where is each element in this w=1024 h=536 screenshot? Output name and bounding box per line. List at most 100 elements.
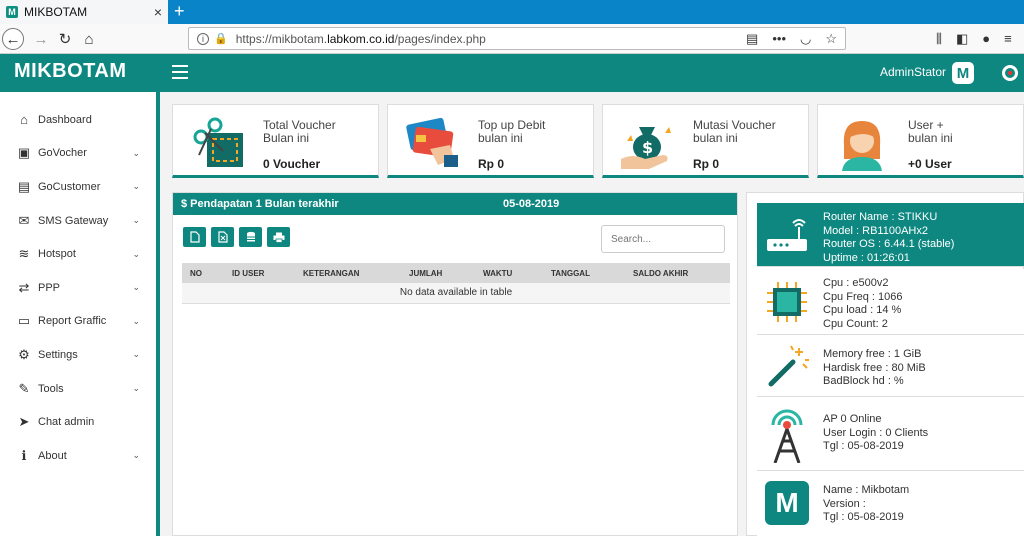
print-button[interactable]: [267, 227, 290, 247]
power-icon[interactable]: [1002, 65, 1018, 81]
home-page-icon[interactable]: ⌂: [78, 28, 100, 50]
memory-info-row: Memory free : 1 GiB Hardisk free : 80 Mi…: [757, 335, 1024, 397]
card-total-voucher[interactable]: Total Voucher Bulan ini 0 Voucher: [172, 104, 379, 178]
sidebar-item-label: GoCustomer: [38, 180, 101, 193]
router-model: Model : RB1100AHx2: [823, 224, 928, 237]
sidebar-item-label: SMS Gateway: [38, 214, 109, 227]
cpu-load: Cpu load : 14 %: [823, 304, 902, 316]
admin-logo-icon[interactable]: M: [952, 62, 974, 84]
account-icon[interactable]: ●: [982, 31, 990, 47]
sidebar-item-tools[interactable]: ✎ Tools ⌄: [0, 372, 156, 406]
reader-view-icon[interactable]: ▤: [746, 31, 758, 47]
col-keterangan[interactable]: KETERANGAN: [295, 263, 401, 283]
cpu-info-text: Cpu : e500v2 Cpu Freq : 1066 Cpu load : …: [823, 277, 903, 331]
sidebar-item-settings[interactable]: ⚙ Settings ⌄: [0, 338, 156, 372]
col-no[interactable]: NO: [182, 263, 224, 283]
sidebar-item-ppp[interactable]: ⇄ PPP ⌄: [0, 271, 156, 305]
card-mutasi-voucher[interactable]: $ Mutasi Voucher bulan ini Rp 0: [602, 104, 809, 178]
sidebar-item-report-graffic[interactable]: ▭ Report Graffic ⌄: [0, 305, 156, 339]
export-pdf-button[interactable]: [183, 227, 206, 247]
sidebar-toggle-icon[interactable]: ◧: [956, 31, 968, 47]
app-info-row: M Name : Mikbotam Version : Tgl : 05-08-…: [757, 471, 1024, 536]
envelope-icon: ✉: [18, 212, 30, 228]
sidebar-item-govocher[interactable]: ▣ GoVocher ⌄: [0, 137, 156, 171]
card-title-line1: Total Voucher: [263, 118, 336, 132]
new-tab-button[interactable]: +: [174, 2, 185, 20]
card-title-line1: Mutasi Voucher: [693, 118, 776, 132]
app-date: Tgl : 05-08-2019: [823, 511, 904, 523]
income-table: NO ID USER KETERANGAN JUMLAH WAKTU TANGG…: [182, 263, 730, 304]
menu-icon[interactable]: ≡: [1004, 31, 1012, 47]
user-login: User Login : 0 Clients: [823, 426, 929, 439]
router-uptime: Uptime : 01:26:01: [823, 251, 910, 264]
reload-icon[interactable]: ↻: [54, 28, 76, 50]
sidebar-item-label: Settings: [38, 348, 78, 361]
chevron-down-icon: ⌄: [132, 349, 140, 360]
url-bar[interactable]: i 🔒 https://mikbotam. labkom.co.id/pages/…: [188, 27, 846, 50]
library-icon[interactable]: ⫼: [936, 31, 942, 47]
badblock-hd: BadBlock hd : %: [823, 375, 904, 387]
col-waktu[interactable]: WAKTU: [475, 263, 543, 283]
col-jumlah[interactable]: JUMLAH: [401, 263, 475, 283]
hamburger-menu-icon[interactable]: [172, 65, 188, 83]
ap-info-text: AP 0 Online User Login : 0 Clients Tgl :…: [823, 413, 928, 454]
col-tanggal[interactable]: TANGGAL: [543, 263, 625, 283]
sidebar-item-label: Tools: [38, 382, 64, 395]
back-icon[interactable]: ←: [2, 28, 24, 50]
sidebar-item-gocustomer[interactable]: ▤ GoCustomer ⌄: [0, 170, 156, 204]
svg-text:$: $: [642, 138, 653, 157]
forward-icon[interactable]: →: [30, 28, 52, 50]
brand-title[interactable]: MIKBOTAM: [14, 60, 127, 83]
export-csv-button[interactable]: [239, 227, 262, 247]
card-topup-debit[interactable]: Top up Debit bulan ini Rp 0: [387, 104, 594, 178]
card-title-line2: bulan ini: [908, 131, 953, 145]
sidebar-item-label: Dashboard: [38, 113, 92, 126]
card-title-line2: bulan ini: [478, 131, 523, 145]
col-id-user[interactable]: ID USER: [224, 263, 295, 283]
mikbotam-logo-icon: M: [765, 481, 809, 525]
memory-info-text: Memory free : 1 GiB Hardisk free : 80 Mi…: [823, 348, 926, 389]
admin-username[interactable]: AdminStator: [880, 65, 946, 79]
sidebar-item-chat-admin[interactable]: ➤ Chat admin: [0, 405, 156, 439]
ticket-icon: ▣: [17, 145, 31, 161]
favicon-icon: M: [6, 6, 18, 18]
app-header: MIKBOTAM AdminStator M: [0, 54, 1024, 92]
chevron-down-icon: ⌄: [132, 383, 140, 394]
site-info-icon[interactable]: i: [197, 32, 209, 45]
money-bag-icon: $: [621, 127, 671, 169]
sidebar-item-label: Report Graffic: [38, 315, 107, 328]
hardisk-free: Hardisk free : 80 MiB: [823, 361, 926, 374]
col-saldo-akhir[interactable]: SALDO AKHIR: [625, 263, 730, 283]
sidebar-item-label: Chat admin: [38, 416, 95, 429]
chevron-down-icon: ⌄: [132, 248, 140, 259]
sidebar-item-about[interactable]: ℹ About ⌄: [0, 439, 156, 473]
info-icon: ℹ: [21, 447, 27, 463]
table-search-input[interactable]: [601, 225, 725, 253]
browser-nav-bar: ← → ↻ ⌂ i 🔒 https://mikbotam. labkom.co.i…: [0, 24, 1024, 54]
more-actions-icon[interactable]: •••: [772, 31, 786, 47]
app-version: Version :: [823, 497, 866, 510]
app-name: Name : Mikbotam: [823, 484, 910, 496]
card-user-plus[interactable]: User + bulan ini +0 User: [817, 104, 1024, 178]
bookmark-star-icon[interactable]: ☆: [825, 31, 837, 47]
id-card-icon: ▤: [17, 178, 31, 194]
sidebar-item-dashboard[interactable]: ⌂ Dashboard: [0, 103, 156, 137]
app-info-text: Name : Mikbotam Version : Tgl : 05-08-20…: [823, 484, 909, 525]
export-excel-button[interactable]: [211, 227, 234, 247]
sidebar-item-hotspot[interactable]: ≋ Hotspot ⌄: [0, 237, 156, 271]
tab-close-icon[interactable]: ×: [154, 4, 162, 20]
browser-tab[interactable]: M MIKBOTAM ×: [0, 0, 168, 24]
sidebar-item-sms-gateway[interactable]: ✉ SMS Gateway ⌄: [0, 204, 156, 238]
income-panel-header: $ Pendapatan 1 Bulan terakhir 05-08-2019: [173, 193, 737, 215]
memory-free: Memory free : 1 GiB: [823, 348, 922, 360]
excel-icon: [217, 231, 228, 243]
print-icon: [273, 232, 284, 243]
retweet-icon: ⇄: [18, 279, 30, 295]
pocket-icon[interactable]: ◡: [800, 31, 811, 47]
chevron-down-icon: ⌄: [132, 450, 140, 461]
router-os: Router OS : 6.44.1 (stable): [823, 238, 955, 250]
card-value: Rp 0: [478, 157, 505, 171]
card-value: +0 User: [908, 157, 952, 171]
router-info-panel: Router Name : STIKKU Model : RB1100AHx2 …: [746, 192, 1024, 536]
browser-tab-bar: M MIKBOTAM × +: [0, 0, 1024, 24]
